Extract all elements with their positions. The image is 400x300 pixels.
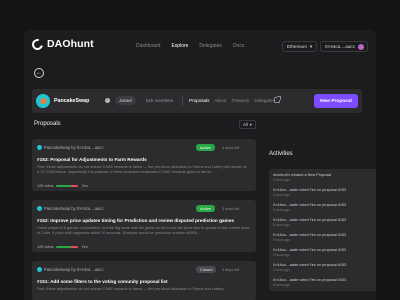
divider xyxy=(182,96,183,106)
status-badge: Closed xyxy=(196,266,217,273)
wallet-address: 0×44ca....aacc xyxy=(325,44,356,49)
nav-links: Dashboard Explore Delegates Docs xyxy=(136,43,244,49)
activity-text: 0×44ca....aade voted Yes on proposal #15… xyxy=(273,233,347,237)
activity-time: 5 hours ago xyxy=(273,193,290,197)
activity-time: 5 hours ago xyxy=(273,208,290,212)
activity-item[interactable]: 0×44ca....aade voted Yes on proposal #15… xyxy=(273,247,376,257)
proposal-body: First, these adjustments do not reduce C… xyxy=(37,287,227,291)
activity-text: 0×44ca....aade voted Yes on proposal #15… xyxy=(273,218,347,222)
filter-value: All xyxy=(243,122,248,127)
activity-time: 5 hours ago xyxy=(273,283,290,287)
activity-item[interactable]: 0×44ca....aade voted Yes on proposal #15… xyxy=(273,217,376,227)
activity-time: 5 hours ago xyxy=(273,223,290,227)
proposal-filter-select[interactable]: All ▾ xyxy=(239,120,256,129)
activity-time: 5 hours ago xyxy=(273,238,290,242)
chevron-down-icon: ▾ xyxy=(309,43,313,49)
nav-link-docs[interactable]: Docs xyxy=(233,43,244,49)
proposal-time: 3 days left xyxy=(222,268,240,272)
vote-count: 125 votes xyxy=(37,245,54,249)
tab-about[interactable]: About xyxy=(214,98,226,103)
activity-text: 0×44ca....aade voted Yes on proposal #15… xyxy=(273,263,347,267)
vote-result: Yes xyxy=(81,245,88,249)
proposal-author: PancakeSwap by 0×44ca....aacc xyxy=(37,145,104,150)
proposal-votes: 125 votes Yes xyxy=(37,184,88,188)
activity-item[interactable]: 0×44ca....aade voted Yes on proposal #15… xyxy=(273,277,376,287)
activity-time: 5 hours ago xyxy=(273,253,290,257)
back-button[interactable]: ← xyxy=(34,68,44,78)
proposal-body: I have played 5-6 games of prediction, b… xyxy=(37,226,250,235)
activity-item[interactable]: 0×44ca....aade voted Yes on proposal #15… xyxy=(273,262,376,272)
status-badge: Active xyxy=(196,205,215,212)
members-count: 61k members xyxy=(146,98,174,103)
vote-bar xyxy=(56,185,79,187)
vote-result: Yes xyxy=(81,184,88,188)
proposal-time: 3 days left xyxy=(222,146,240,150)
external-link-icon[interactable] xyxy=(274,96,281,103)
wallet-avatar xyxy=(358,43,365,50)
wallet-button[interactable]: 0×44ca....aacc xyxy=(320,41,369,52)
author-text: PancakeSwap by 0×44ca....aacc xyxy=(44,206,104,211)
proposal-card[interactable]: PancakeSwap by 0×44ca....aacc Active 3 d… xyxy=(32,200,256,252)
proposal-card[interactable]: PancakeSwap by 0×44ca....aacc Closed 3 d… xyxy=(32,261,256,300)
activity-text: 0×44ca....aade voted Yes on proposal #15… xyxy=(273,188,347,192)
logo-text: DAOhunt xyxy=(47,38,94,50)
dao-name: PancakeSwap xyxy=(54,98,90,104)
author-avatar xyxy=(37,267,42,272)
activity-item[interactable]: 0×44ca....aade voted Yes on proposal #15… xyxy=(273,232,376,242)
nav-link-dashboard[interactable]: Dashboard xyxy=(136,43,160,49)
activity-text: 0×44ca....aade voted Yes on proposal #15… xyxy=(273,248,347,252)
chevron-down-icon: ▾ xyxy=(249,122,252,127)
network-label: Ethereum xyxy=(287,44,307,49)
author-text: PancakeSwap by 0×44ca....aacc xyxy=(44,267,104,272)
top-nav: DAOhunt Dashboard Explore Delegates Docs… xyxy=(24,30,376,62)
status-badge: Active xyxy=(196,144,215,151)
tab-treasury[interactable]: Treasury xyxy=(231,98,249,103)
pancakeswap-logo-icon xyxy=(36,94,50,108)
proposal-title[interactable]: #151: Add some filters to the voting com… xyxy=(37,279,251,284)
author-text: PancakeSwap by 0×44ca....aacc xyxy=(44,145,104,150)
nav-link-delegates[interactable]: Delegates xyxy=(199,43,222,49)
activity-text: 0×44ca....aade voted Yes on proposal #15… xyxy=(273,278,347,282)
author-avatar xyxy=(37,206,42,211)
activity-item[interactable]: druids.eth created a New Proposal 5 hour… xyxy=(273,172,376,182)
proposal-title[interactable]: #153: Proposal for Adjustments to Farm R… xyxy=(37,157,251,162)
dao-header: PancakeSwap ✓ Joined 61k members Proposa… xyxy=(32,89,362,113)
proposals-title: Proposals xyxy=(34,121,61,127)
daohunt-logo-icon xyxy=(29,36,46,52)
proposal-title[interactable]: #152: Improve price updates timing for P… xyxy=(37,218,251,223)
vote-count: 125 votes xyxy=(37,184,54,188)
arrow-left-icon: ← xyxy=(36,70,42,76)
network-select[interactable]: Ethereum ▾ xyxy=(282,41,318,52)
tab-delegates[interactable]: Delegates xyxy=(254,98,275,103)
proposal-time: 3 days left xyxy=(222,207,240,211)
proposal-votes: 125 votes Yes xyxy=(37,245,88,249)
proposal-body: First, these adjustments do not reduce C… xyxy=(37,165,247,174)
activity-time: 5 hours ago xyxy=(273,268,290,272)
tab-proposals[interactable]: Proposals xyxy=(189,98,209,103)
activity-time: 5 hours ago xyxy=(273,178,290,182)
activities-list: druids.eth created a New Proposal 5 hour… xyxy=(269,169,376,291)
proposal-card[interactable]: PancakeSwap by 0×44ca....aacc Active 3 d… xyxy=(32,139,256,191)
activity-text: druids.eth created a New Proposal xyxy=(273,173,332,177)
joined-button[interactable]: Joined xyxy=(115,96,136,105)
proposal-author: PancakeSwap by 0×44ca....aacc xyxy=(37,206,104,211)
activity-item[interactable]: 0×44ca....aade voted Yes on proposal #15… xyxy=(273,187,376,197)
proposal-author: PancakeSwap by 0×44ca....aacc xyxy=(37,267,104,272)
new-proposal-button[interactable]: New Proposal xyxy=(314,94,358,108)
dao-tabs: Proposals About Treasury Delegates xyxy=(189,98,275,103)
author-avatar xyxy=(37,145,42,150)
verified-icon: ✓ xyxy=(105,98,110,103)
activity-text: 0×44ca....aade voted Yes on proposal #15… xyxy=(273,203,347,207)
activities-title: Activities xyxy=(269,151,293,157)
nav-link-explore[interactable]: Explore xyxy=(171,43,188,49)
logo[interactable]: DAOhunt xyxy=(29,36,94,52)
app-window: DAOhunt Dashboard Explore Delegates Docs… xyxy=(24,30,376,300)
vote-bar xyxy=(56,246,79,248)
activity-item[interactable]: 0×44ca....aade voted Yes on proposal #15… xyxy=(273,202,376,212)
